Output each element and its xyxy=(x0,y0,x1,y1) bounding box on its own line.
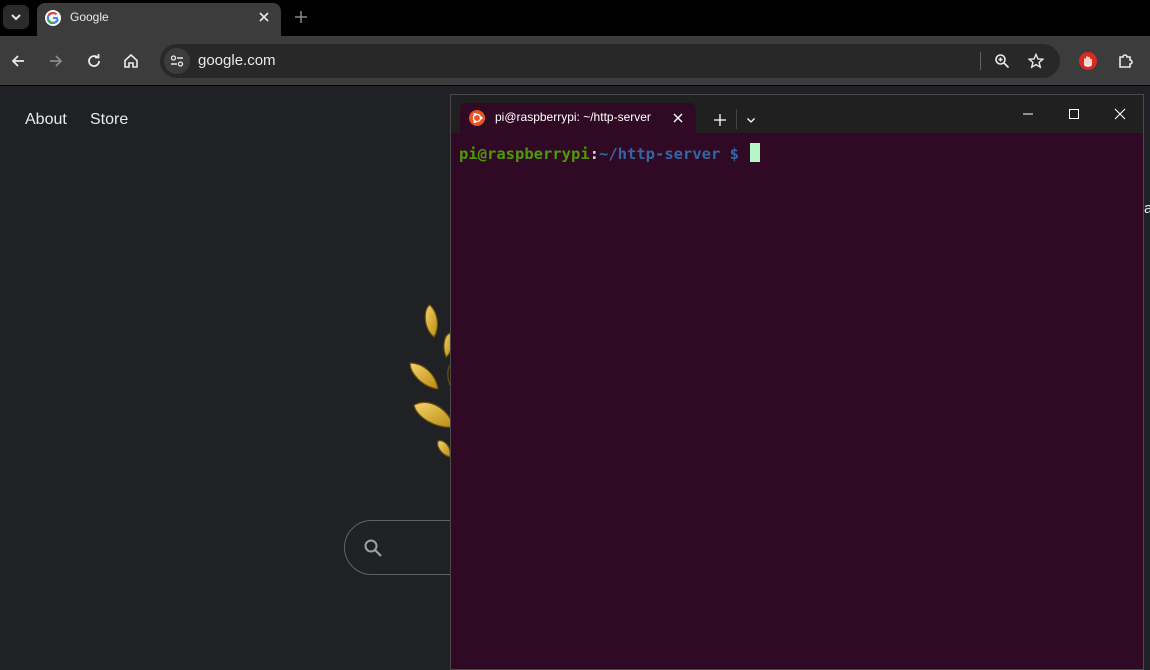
search-icon xyxy=(364,539,382,557)
terminal-cursor xyxy=(750,143,761,162)
extension-hand-icon xyxy=(1079,52,1097,70)
terminal-prompt-line[interactable]: pi@raspberrypi:~/http-server $ xyxy=(459,143,761,163)
star-icon xyxy=(1028,53,1044,69)
google-g-icon xyxy=(45,10,61,26)
terminal-title-bar[interactable]: pi@raspberrypi: ~/http-server xyxy=(451,95,1143,133)
url-text[interactable]: google.com xyxy=(198,52,276,69)
extensions-menu-button[interactable] xyxy=(1114,49,1138,73)
minimize-icon xyxy=(1023,113,1033,115)
puzzle-icon xyxy=(1119,54,1133,68)
back-button[interactable] xyxy=(6,49,30,73)
home-icon xyxy=(124,53,138,68)
about-link[interactable]: About xyxy=(25,111,67,129)
plus-icon xyxy=(295,11,307,23)
forward-arrow-icon xyxy=(50,55,63,67)
maximize-button[interactable] xyxy=(1059,103,1089,125)
browser-tab-bar: Google xyxy=(0,0,1150,36)
chevron-down-icon xyxy=(747,118,755,123)
home-button[interactable] xyxy=(119,49,143,73)
close-icon xyxy=(673,113,683,123)
close-icon xyxy=(259,12,269,22)
back-arrow-icon xyxy=(11,55,24,67)
browser-toolbar: google.com xyxy=(0,36,1150,86)
store-link[interactable]: Store xyxy=(90,111,128,129)
site-info-button[interactable] xyxy=(164,48,190,74)
minimize-button[interactable] xyxy=(1013,103,1043,125)
partial-nav-text: ag xyxy=(1144,200,1150,217)
plus-icon xyxy=(714,114,726,126)
terminal-window[interactable]: pi@raspberrypi: ~/http-server pi@raspber… xyxy=(450,94,1144,670)
zoom-button[interactable] xyxy=(990,49,1014,73)
terminal-tab-title: pi@raspberrypi: ~/http-server xyxy=(495,110,651,124)
omnibox-divider xyxy=(980,52,981,70)
reload-icon xyxy=(88,54,100,67)
site-info-icon xyxy=(170,55,184,67)
tab-search-icon xyxy=(11,14,21,21)
terminal-new-tab-button[interactable] xyxy=(709,109,731,131)
terminal-tab-separator xyxy=(736,109,737,129)
ubuntu-icon xyxy=(469,110,485,126)
new-tab-button[interactable] xyxy=(291,7,311,27)
prompt-colon: : xyxy=(589,145,599,163)
browser-tab-active[interactable]: Google xyxy=(37,3,281,36)
address-bar[interactable]: google.com xyxy=(160,44,1060,78)
extension-button[interactable] xyxy=(1076,49,1100,73)
forward-button[interactable] xyxy=(44,49,68,73)
terminal-tab[interactable]: pi@raspberrypi: ~/http-server xyxy=(460,103,696,133)
tab-close-button[interactable] xyxy=(256,9,272,25)
zoom-icon xyxy=(995,54,1010,69)
terminal-dropdown-button[interactable] xyxy=(741,109,761,131)
window-close-button[interactable] xyxy=(1105,103,1135,125)
tab-title: Google xyxy=(70,10,109,24)
maximize-icon xyxy=(1069,109,1079,119)
prompt-symbol: $ xyxy=(720,145,749,163)
close-icon xyxy=(1114,108,1126,120)
reload-button[interactable] xyxy=(82,49,106,73)
tab-search-button[interactable] xyxy=(3,5,29,29)
bookmark-button[interactable] xyxy=(1024,49,1048,73)
prompt-user-host: pi@raspberrypi xyxy=(459,145,590,163)
prompt-path: ~/http-server xyxy=(599,145,721,163)
terminal-tab-close-button[interactable] xyxy=(670,110,686,126)
